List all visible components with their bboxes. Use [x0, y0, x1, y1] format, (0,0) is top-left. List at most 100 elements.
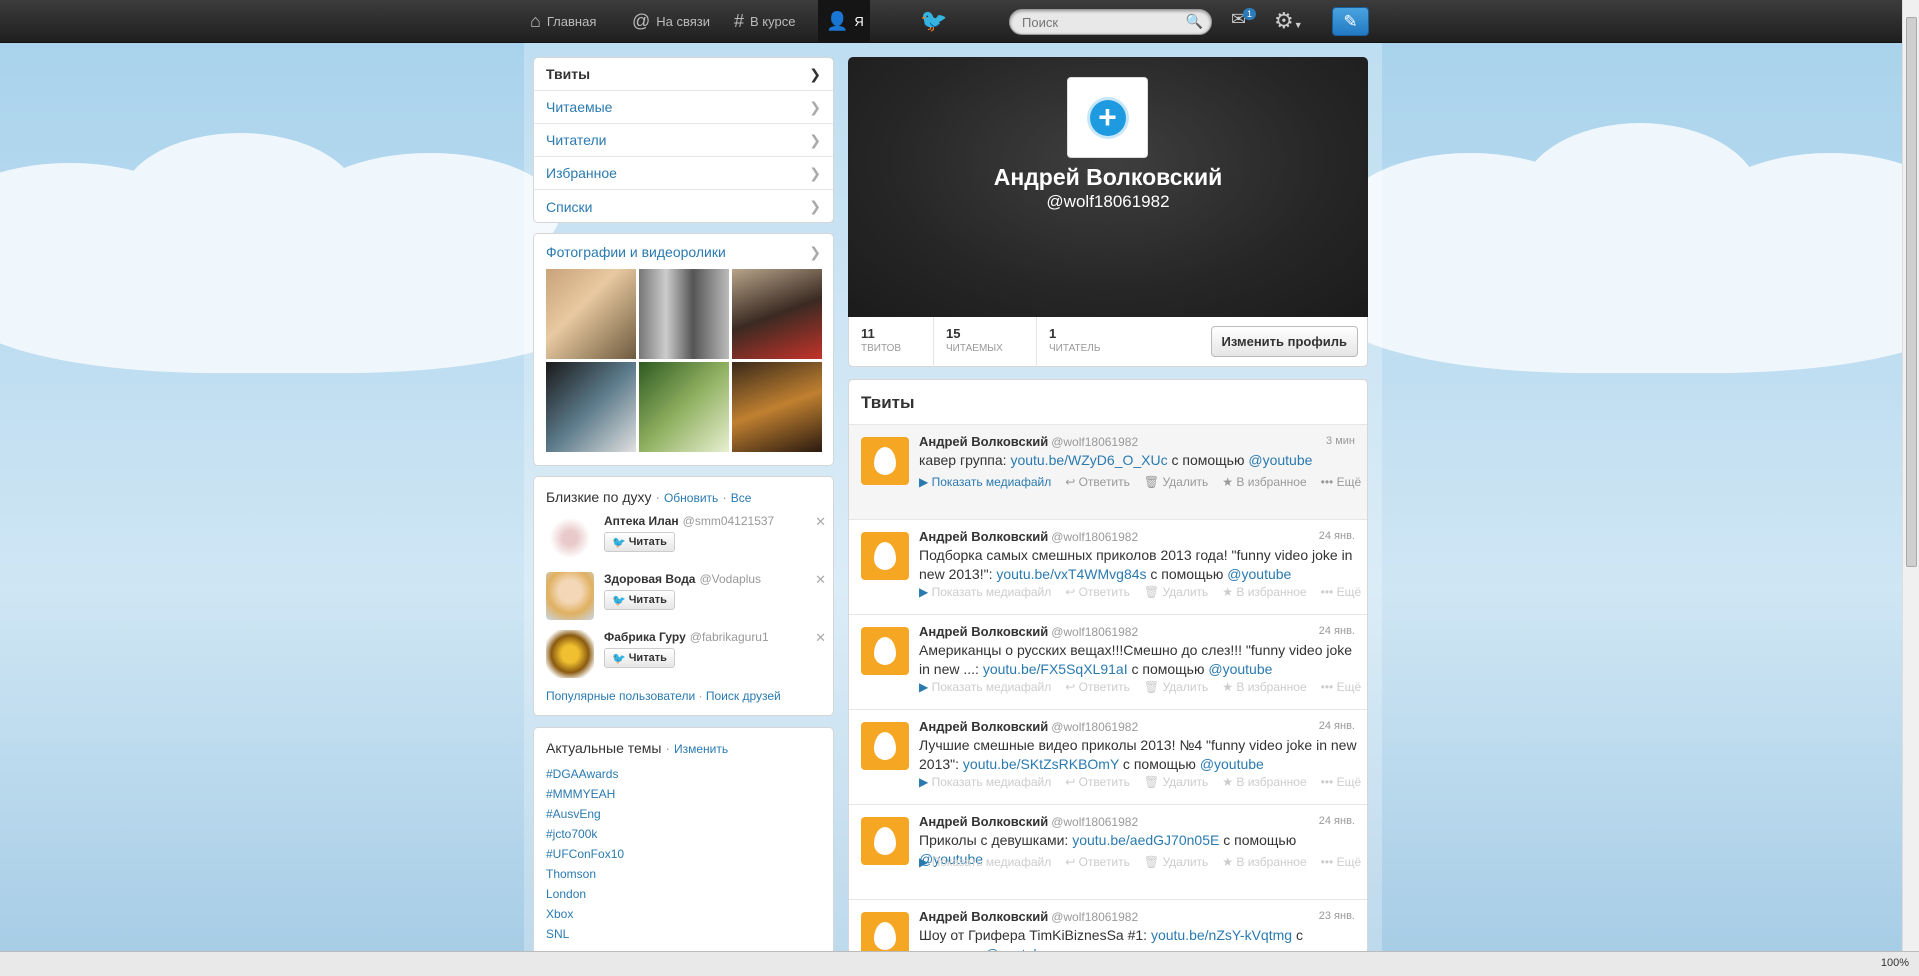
wtf-refresh-link[interactable]: Обновить [664, 491, 718, 505]
wtf-all-link[interactable]: Все [731, 491, 752, 505]
tweet-author[interactable]: Андрей Волковский [919, 814, 1048, 829]
suggestion-name[interactable]: Аптека Илан [604, 514, 679, 528]
trend-item[interactable]: #MMMYEAH [546, 787, 615, 801]
tweet-time[interactable]: 23 янв. [1319, 910, 1355, 922]
stat-followers[interactable]: 1 читатель [1037, 317, 1147, 367]
show-media-link[interactable]: ▶ Показать медиафайл [919, 585, 1051, 599]
menu-item-tweets[interactable]: Твиты ❯ [534, 58, 833, 91]
media-title[interactable]: Фотографии и видеоролики [546, 244, 726, 260]
tweet-author[interactable]: Андрей Волковский [919, 434, 1048, 449]
profile-avatar[interactable]: + [1067, 77, 1148, 158]
follow-button[interactable]: 🐦 Читать [604, 532, 675, 552]
more-button[interactable]: ••• Ещё [1321, 855, 1362, 869]
delete-button[interactable]: 🗑 Удалить [1144, 775, 1208, 789]
trend-item[interactable]: London [546, 887, 586, 901]
tweet-item[interactable]: Андрей Волковский @wolf18061982 23 янв. Ш… [849, 900, 1367, 953]
trend-item[interactable]: Xbox [546, 907, 573, 921]
avatar[interactable] [861, 532, 909, 580]
show-media-link[interactable]: ▶ Показать медиафайл [919, 475, 1051, 489]
compose-button[interactable]: ✎ [1332, 7, 1369, 36]
menu-item-favorites[interactable]: Избранное ❯ [534, 157, 833, 190]
reply-button[interactable]: ↩ Ответить [1065, 475, 1130, 489]
tweet-link[interactable]: youtu.be/aedGJ70n05E [1072, 832, 1219, 848]
tweet-time[interactable]: 24 янв. [1319, 815, 1355, 827]
avatar[interactable] [861, 817, 909, 865]
trends-change-link[interactable]: Изменить [674, 742, 728, 756]
suggestion-name[interactable]: Фабрика Гуру [604, 630, 686, 644]
tweet-author[interactable]: Андрей Волковский [919, 624, 1048, 639]
tweet-item[interactable]: Андрей Волковский @wolf18061982 24 янв. Л… [849, 710, 1367, 805]
tweet-link[interactable]: youtu.be/SKtZsRKBOmY [963, 756, 1119, 772]
media-thumb[interactable] [546, 269, 636, 359]
show-media-link[interactable]: ▶ Показать медиафайл [919, 680, 1051, 694]
favorite-button[interactable]: ★ В избранное [1222, 475, 1306, 489]
tweet-item[interactable]: Андрей Волковский @wolf18061982 24 янв. А… [849, 615, 1367, 710]
tweet-time[interactable]: 24 янв. [1319, 720, 1355, 732]
tweet-item[interactable]: Андрей Волковский @wolf18061982 24 янв. П… [849, 805, 1367, 900]
tweet-mention[interactable]: @youtube [1248, 452, 1312, 468]
delete-button[interactable]: 🗑 Удалить [1144, 585, 1208, 599]
dismiss-icon[interactable]: ✕ [815, 514, 826, 530]
dismiss-icon[interactable]: ✕ [815, 572, 826, 588]
more-button[interactable]: ••• Ещё [1321, 680, 1362, 694]
twitter-bird-icon[interactable]: 🐦 [920, 8, 947, 34]
tweet-author[interactable]: Андрей Волковский [919, 719, 1048, 734]
nav-me[interactable]: 👤 Я [818, 0, 870, 43]
zoom-level[interactable]: 100% [1881, 957, 1909, 969]
avatar[interactable] [546, 514, 594, 562]
tweet-time[interactable]: 3 мин [1326, 435, 1355, 447]
tweet-mention[interactable]: @youtube [1227, 566, 1291, 582]
trend-item[interactable]: #jcto700k [546, 827, 597, 841]
delete-button[interactable]: 🗑 Удалить [1144, 475, 1208, 489]
tweet-mention[interactable]: @youtube [1208, 661, 1272, 677]
dismiss-icon[interactable]: ✕ [815, 630, 826, 646]
trend-item[interactable]: #DGAAwards [546, 767, 618, 781]
favorite-button[interactable]: ★ В избранное [1222, 585, 1306, 599]
tweet-link[interactable]: youtu.be/vxT4WMvg84s [996, 566, 1146, 582]
tweet-mention[interactable]: @youtube [1200, 756, 1264, 772]
trend-item[interactable]: #UFConFox10 [546, 847, 624, 861]
follow-button[interactable]: 🐦 Читать [604, 648, 675, 668]
nav-home[interactable]: ⌂ Главная [522, 0, 604, 43]
avatar[interactable] [861, 627, 909, 675]
tweet-link[interactable]: youtu.be/WZyD6_O_XUc [1010, 452, 1167, 468]
more-button[interactable]: ••• Ещё [1321, 775, 1362, 789]
search-input[interactable] [1010, 10, 1180, 34]
delete-button[interactable]: 🗑 Удалить [1144, 680, 1208, 694]
favorite-button[interactable]: ★ В избранное [1222, 855, 1306, 869]
stat-following[interactable]: 15 читаемых [934, 317, 1037, 367]
trend-item[interactable]: SNL [546, 927, 569, 941]
reply-button[interactable]: ↩ Ответить [1065, 775, 1130, 789]
search-icon[interactable]: 🔍 [1186, 13, 1203, 30]
reply-button[interactable]: ↩ Ответить [1065, 680, 1130, 694]
gear-icon[interactable]: ⚙▼ [1274, 8, 1303, 34]
trend-item[interactable]: Thomson [546, 867, 596, 881]
media-thumb[interactable] [546, 362, 636, 452]
tweet-time[interactable]: 24 янв. [1319, 530, 1355, 542]
reply-button[interactable]: ↩ Ответить [1065, 585, 1130, 599]
menu-item-following[interactable]: Читаемые ❯ [534, 91, 833, 124]
menu-item-followers[interactable]: Читатели ❯ [534, 124, 833, 157]
avatar[interactable] [861, 437, 909, 485]
menu-item-lists[interactable]: Списки ❯ [534, 190, 833, 223]
edit-profile-button[interactable]: Изменить профиль [1210, 326, 1358, 357]
avatar[interactable] [546, 630, 594, 678]
scroll-thumb[interactable] [1906, 17, 1917, 567]
favorite-button[interactable]: ★ В избранное [1222, 775, 1306, 789]
tweet-author[interactable]: Андрей Волковский [919, 909, 1048, 924]
media-thumb[interactable] [639, 269, 729, 359]
tweet-link[interactable]: youtu.be/FX5SqXL91aI [983, 661, 1128, 677]
reply-button[interactable]: ↩ Ответить [1065, 855, 1130, 869]
favorite-button[interactable]: ★ В избранное [1222, 680, 1306, 694]
media-thumb[interactable] [639, 362, 729, 452]
find-friends-link[interactable]: Поиск друзей [706, 689, 781, 703]
tweet-time[interactable]: 24 янв. [1319, 625, 1355, 637]
tweet-item[interactable]: Андрей Волковский @wolf18061982 24 янв. П… [849, 520, 1367, 615]
media-thumb[interactable] [732, 269, 822, 359]
avatar[interactable] [861, 912, 909, 953]
more-button[interactable]: ••• Ещё [1321, 585, 1362, 599]
stat-tweets[interactable]: 11 твитов [849, 317, 934, 367]
show-media-link[interactable]: ▶ Показать медиафайл [919, 855, 1051, 869]
show-media-link[interactable]: ▶ Показать медиафайл [919, 775, 1051, 789]
avatar[interactable] [861, 722, 909, 770]
